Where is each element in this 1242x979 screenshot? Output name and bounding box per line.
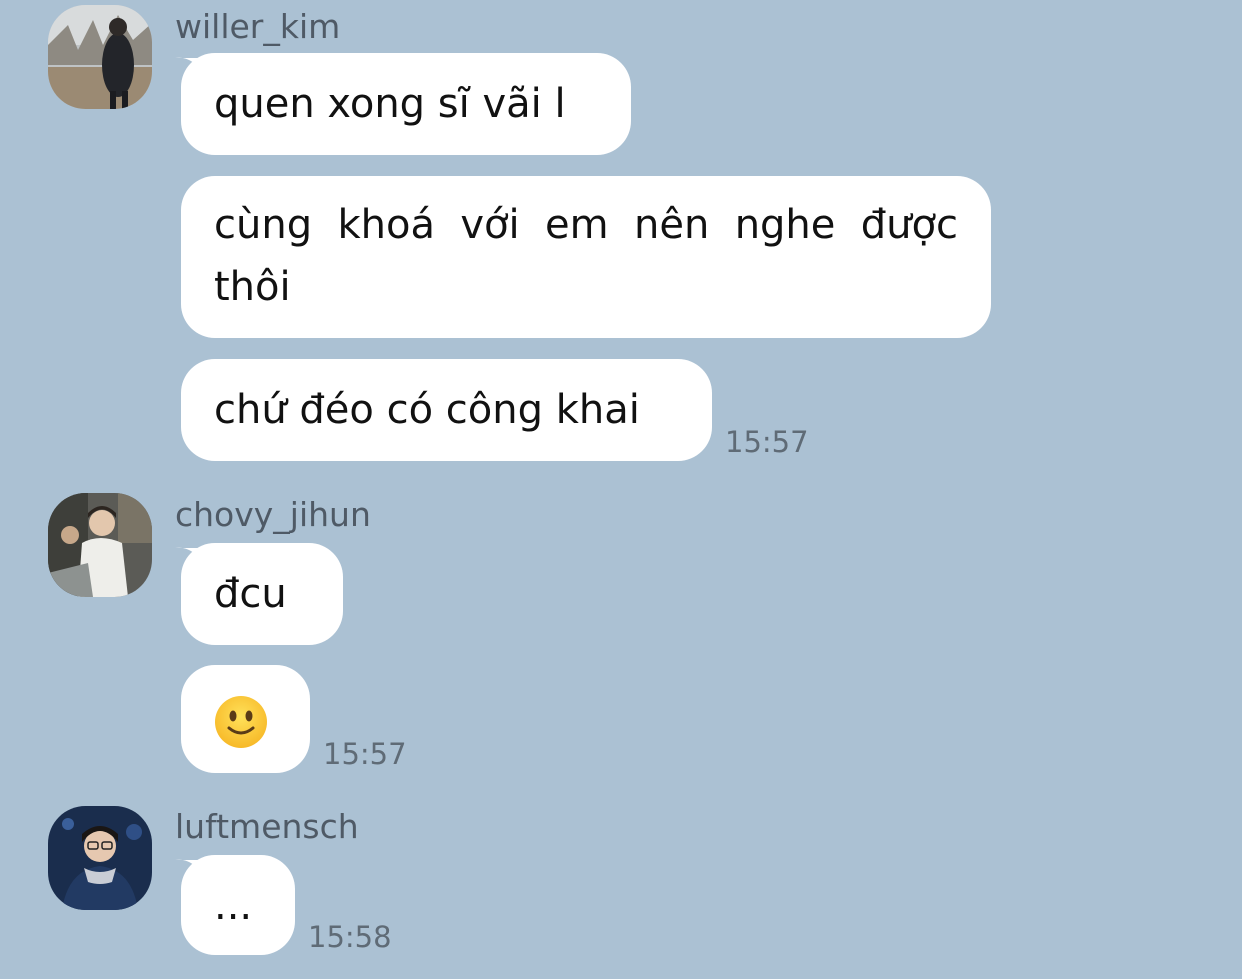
sender-name: willer_kim	[175, 7, 341, 46]
message-text: ...	[214, 883, 253, 929]
sender-name: chovy_jihun	[175, 495, 371, 534]
avatar-luftmensch[interactable]	[48, 806, 152, 910]
avatar-photo	[48, 806, 152, 910]
message-text: chứ đéo có công khai	[214, 387, 640, 433]
message-bubble[interactable]: quen xong sĩ vãi l	[181, 53, 631, 155]
message-bubble[interactable]	[181, 665, 310, 773]
message-bubble[interactable]: cùng khoá với em nên nghe được thôi	[181, 176, 991, 338]
message-text: đcu	[214, 571, 287, 617]
message-timestamp: 15:57	[725, 425, 809, 459]
message-bubble[interactable]: đcu	[181, 543, 343, 645]
avatar-chovy-jihun[interactable]	[48, 493, 152, 597]
message-text: cùng khoá với em nên nghe được thôi	[214, 202, 958, 310]
avatar-photo	[48, 5, 152, 109]
avatar-willer-kim[interactable]	[48, 5, 152, 109]
message-bubble[interactable]: ...	[181, 855, 295, 955]
message-timestamp: 15:58	[308, 920, 392, 954]
message-text: quen xong sĩ vãi l	[214, 81, 566, 127]
sender-name: luftmensch	[175, 807, 359, 846]
avatar-photo	[48, 493, 152, 597]
slightly-smiling-face-icon	[214, 695, 268, 749]
message-timestamp: 15:57	[323, 737, 407, 771]
message-bubble[interactable]: chứ đéo có công khai	[181, 359, 712, 461]
